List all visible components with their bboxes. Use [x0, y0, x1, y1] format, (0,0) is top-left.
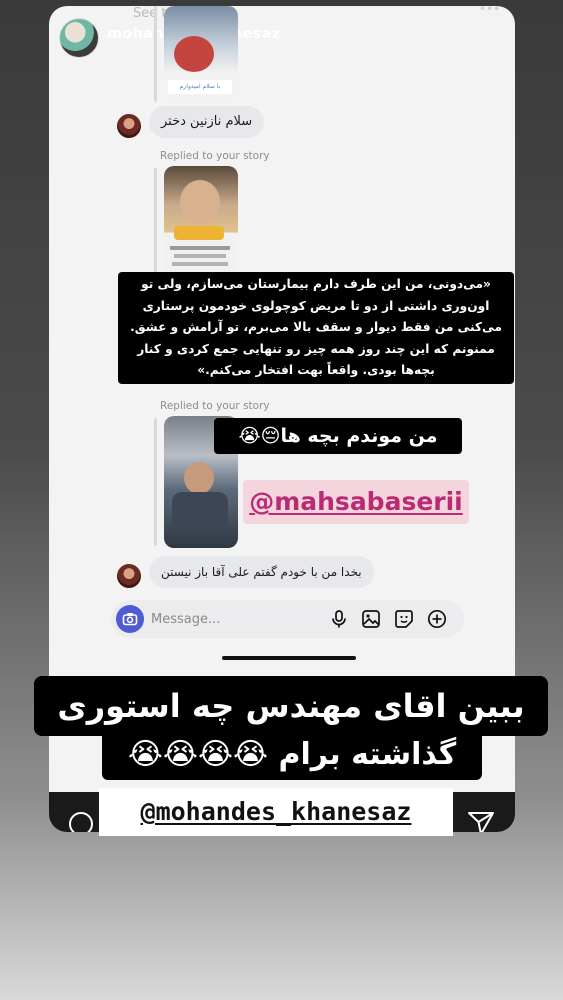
send-icon[interactable]: [467, 810, 495, 832]
message-input[interactable]: [151, 600, 311, 638]
story-caption-line2: گذاشته برام 😭😭😭😭: [102, 730, 482, 780]
chat-screen: See translation mohandes_khanesaz ••• با…: [49, 6, 515, 792]
story-caption-line1: ببین اقای مهندس چه استوری: [34, 676, 548, 736]
mention-tag[interactable]: @mahsabaserii: [243, 480, 469, 524]
sticker-icon[interactable]: [394, 609, 414, 629]
replied-label: Replied to your story: [160, 400, 270, 412]
sender-avatar[interactable]: [117, 564, 141, 588]
home-indicator: [222, 656, 356, 660]
sticker-caption: من موندم بچه ها😔😭: [214, 418, 462, 454]
gallery-icon[interactable]: [361, 609, 381, 629]
message-bubble[interactable]: سلام نازنین دختر: [149, 106, 265, 138]
quote-line: اون‌وری داشتی از دو تا مریض کوچولوی خودم…: [142, 298, 490, 313]
quote-line: بچه‌ها بودی. واقعاً بهت افتخار می‌کنم.»: [197, 363, 435, 377]
story-thumbnail[interactable]: با سلام امیدوارم: [164, 6, 238, 102]
microphone-icon[interactable]: [329, 609, 349, 629]
reply-divider: [154, 6, 157, 102]
more-icon[interactable]: •••: [479, 6, 500, 16]
sender-avatar[interactable]: [117, 114, 141, 138]
quote-line: ممنونم که این چند روز همه چیز رو تنهایی …: [137, 341, 495, 356]
replied-label: Replied to your story: [160, 150, 270, 162]
thumbnail-caption: با سلام امیدوارم: [168, 80, 232, 94]
story-thumbnail[interactable]: [164, 166, 238, 276]
reply-divider: [154, 418, 157, 546]
camera-button[interactable]: [116, 605, 144, 633]
circle-icon[interactable]: [67, 810, 95, 832]
camera-icon: [122, 613, 138, 626]
profile-avatar[interactable]: [59, 18, 99, 58]
message-bubble[interactable]: بخدا من با خودم گفتم علی آقا باز نیستن: [149, 556, 374, 588]
message-composer: [111, 600, 464, 638]
mention-tag-bottom[interactable]: @mohandes_khanesaz: [99, 788, 453, 836]
quote-caption: «می‌دونی، من این طرف دارم بیمارستان می‌س…: [118, 272, 514, 384]
add-icon[interactable]: [427, 609, 447, 629]
quote-line: «می‌دونی، من این طرف دارم بیمارستان می‌س…: [141, 277, 491, 291]
reply-divider: [154, 168, 157, 278]
quote-line: می‌کنی من فقط دیوار و سقف بالا می‌برم، ت…: [130, 320, 502, 334]
